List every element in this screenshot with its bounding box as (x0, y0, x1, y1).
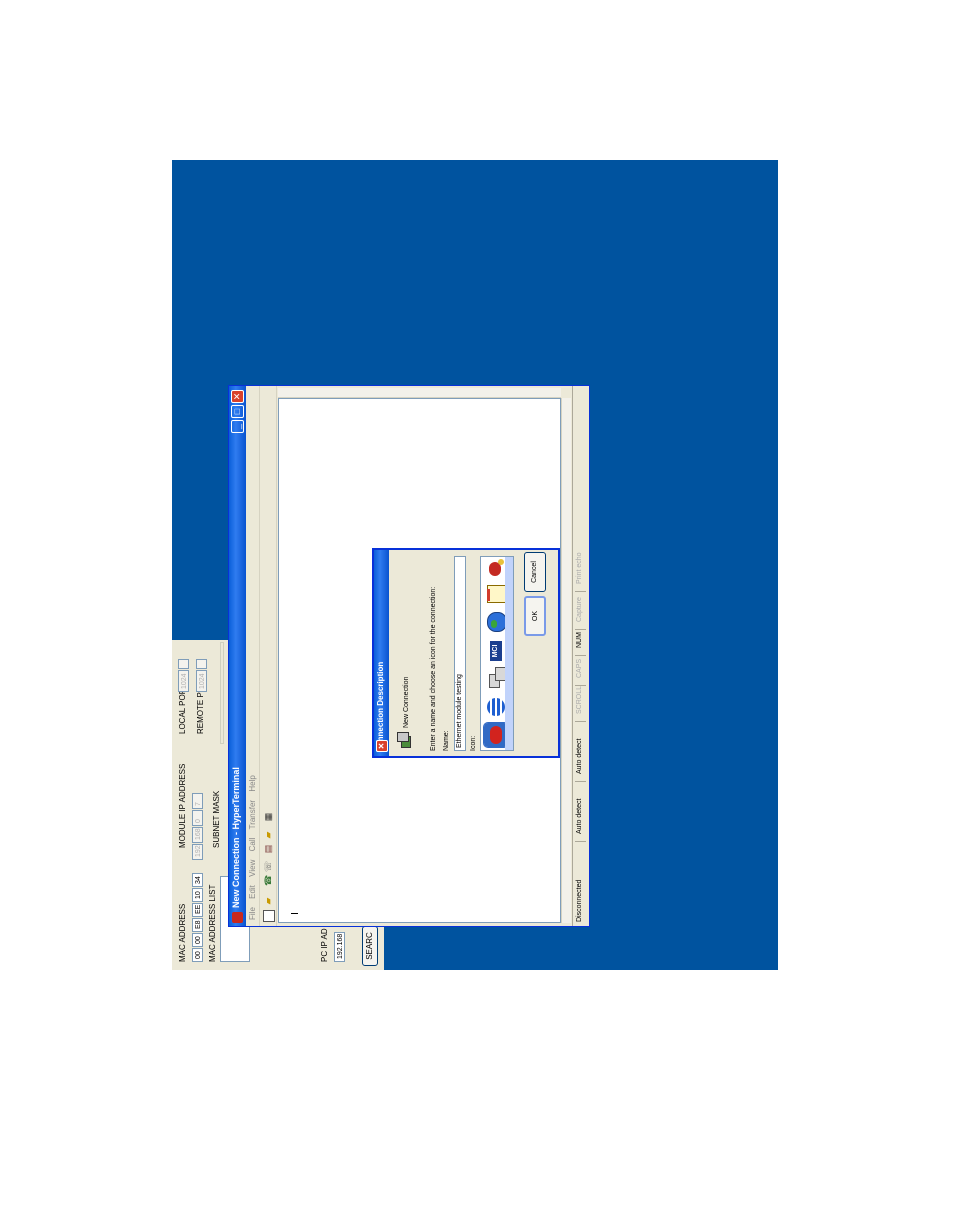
vertical-scrollbar[interactable] (278, 388, 561, 398)
dialog-close-icon[interactable]: ✕ (376, 740, 388, 752)
module-ip-octet-4[interactable]: 7 (192, 793, 203, 809)
dialog-heading: New Connection (403, 676, 410, 728)
name-label: Name: (443, 730, 450, 751)
properties-icon[interactable]: ▦ (263, 812, 273, 822)
module-ip-label: MODULE IP ADDRESS (178, 763, 187, 848)
window-title: New Connection - HyperTerminal (231, 767, 241, 908)
icon-list[interactable]: MCI (480, 556, 514, 751)
search-button[interactable]: SEARC (362, 926, 378, 966)
local-port-input[interactable]: 1024 (178, 670, 189, 692)
icon-list-scrollbar[interactable] (505, 557, 513, 750)
status-detect-2: Auto detect (576, 738, 583, 774)
status-num: NUM (576, 632, 583, 648)
mac-octet-1[interactable]: 00 (192, 948, 203, 962)
menu-view[interactable]: View (248, 860, 257, 877)
mac-octet-3[interactable]: E8 (192, 918, 203, 932)
text-caret (291, 913, 298, 914)
mac-octet-4[interactable]: EE (192, 903, 203, 917)
hyperterminal-titlebar[interactable]: New Connection - HyperTerminal _ □ ✕ (229, 386, 246, 926)
hyperterminal-window: New Connection - HyperTerminal _ □ ✕ Fil… (228, 385, 590, 927)
menu-file[interactable]: File (248, 907, 257, 920)
status-separator (575, 591, 586, 592)
new-icon[interactable] (263, 910, 275, 922)
module-ip-octet-2[interactable]: 168 (192, 827, 203, 843)
disconnect-icon[interactable]: ☏ (263, 861, 273, 872)
subnet-mask-label: SUBNET MASK (212, 790, 221, 848)
status-separator (575, 841, 586, 842)
pc-ip-input[interactable]: 192.168 (334, 932, 345, 962)
mac-address-list-label: MAC ADDRESS LIST (208, 884, 217, 962)
connection-description-dialog: Connection Description ? ✕ New Connectio… (372, 548, 560, 758)
menu-help[interactable]: Help (248, 775, 257, 791)
close-icon[interactable]: ✕ (231, 390, 244, 403)
status-connection: Disconnected (576, 879, 583, 922)
send-icon[interactable]: ▤ (263, 844, 273, 854)
mac-octet-6[interactable]: 34 (192, 873, 203, 887)
ok-button[interactable]: OK (524, 596, 546, 636)
dialog-instruction: Enter a name and choose an icon for the … (430, 586, 437, 751)
connect-icon[interactable]: ☎ (263, 875, 273, 886)
receive-icon[interactable]: ▰ (263, 830, 273, 840)
status-separator (575, 685, 586, 686)
name-input[interactable]: Ethernet module testing (454, 556, 466, 751)
open-icon[interactable]: ▰ (263, 896, 273, 906)
horizontal-scrollbar[interactable] (561, 398, 571, 923)
toolbar: ▰ ☎ ☏ ▤ ▰ ▦ (259, 386, 277, 926)
maximize-icon[interactable]: □ (231, 405, 244, 418)
status-print-echo: Print echo (576, 552, 583, 584)
minimize-icon[interactable]: _ (231, 420, 244, 433)
remote-port-input[interactable]: 1024 (196, 670, 207, 692)
menu-call[interactable]: Call (248, 838, 257, 852)
status-separator (575, 721, 586, 722)
status-capture: Capture (576, 597, 583, 622)
menu-transfer[interactable]: Transfer (248, 800, 257, 830)
module-ip-octet-1[interactable]: 192 (192, 844, 203, 860)
status-separator (575, 629, 586, 630)
dialog-title: Connection Description (376, 661, 385, 752)
icon-label: Icon: (470, 735, 477, 751)
group-divider (220, 642, 224, 744)
cancel-button[interactable]: Cancel (524, 552, 546, 592)
module-ip-octet-3[interactable]: 0 (192, 810, 203, 826)
local-port-spinner[interactable] (178, 659, 189, 669)
desktop: MAC ADDRESS 00 00 E8 EE 10 34 MAC ADDRES… (172, 160, 778, 970)
hyperterminal-app-icon (232, 912, 243, 923)
remote-port-spinner[interactable] (196, 659, 207, 669)
pc-ip-label: PC IP AD (320, 928, 329, 962)
status-separator (575, 781, 586, 782)
menu-edit[interactable]: Edit (248, 885, 257, 899)
mac-octet-2[interactable]: 00 (192, 933, 203, 947)
mac-octet-5[interactable]: 10 (192, 888, 203, 902)
status-caps: CAPS (576, 658, 583, 678)
status-bar: Disconnected Auto detect Auto detect SCR… (572, 386, 589, 926)
status-separator (575, 655, 586, 656)
connection-icon (395, 732, 413, 750)
status-detect-1: Auto detect (576, 798, 583, 834)
dialog-titlebar[interactable]: Connection Description ? ✕ (374, 550, 389, 756)
status-scroll: SCROLL (576, 685, 583, 714)
mac-address-label: MAC ADDRESS (178, 903, 187, 962)
menu-bar: File Edit View Call Transfer Help (246, 386, 259, 926)
